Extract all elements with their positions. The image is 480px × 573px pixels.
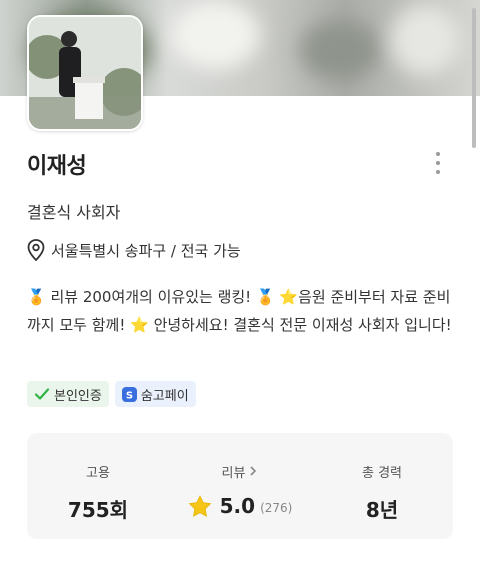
review-count: (276) [260, 500, 293, 515]
svg-text:S: S [126, 390, 133, 401]
location-text: 서울특별시 송파구 / 전국 가능 [51, 241, 241, 260]
location-row: 서울특별시 송파구 / 전국 가능 [27, 238, 241, 262]
pay-badge: S 숨고페이 [114, 381, 196, 407]
career-value: 8년 [365, 498, 399, 522]
profile-name: 이재성 [27, 154, 87, 179]
stat-career: 총 경력 8년 [311, 433, 453, 539]
profile-job: 결혼식 사회자 [27, 203, 121, 222]
reviews-link[interactable]: 리뷰 [221, 462, 259, 481]
more-options-icon[interactable] [432, 152, 444, 180]
stat-hires: 고용 755회 [27, 433, 169, 539]
career-label: 총 경력 [361, 465, 402, 481]
location-pin-icon [27, 239, 45, 261]
verified-badge: 본인인증 [27, 381, 109, 407]
hires-label: 고용 [86, 465, 110, 481]
star-icon [188, 494, 212, 517]
stat-reviews[interactable]: 리뷰 5.0 (276) [169, 433, 311, 539]
stats-card: 고용 755회 리뷰 5.0 (276) 총 경력 8년 [27, 433, 453, 539]
verified-label: 본인인증 [54, 388, 102, 404]
pay-icon: S [121, 386, 137, 402]
avatar[interactable] [27, 15, 143, 131]
badges: 본인인증 S 숨고페이 [27, 381, 202, 407]
scrollbar[interactable] [472, 8, 476, 148]
hires-value: 755회 [67, 498, 129, 522]
pay-label: 숨고페이 [140, 388, 189, 404]
reviews-label: 리뷰 [221, 465, 246, 481]
review-score: 5.0 [219, 494, 256, 518]
reviews-value-row: 5.0 (276) [188, 494, 293, 518]
check-icon [34, 388, 50, 400]
profile-intro: 🏅 리뷰 200여개의 이유있는 랭킹! 🏅 ⭐음원 준비부터 자료 준비까지 … [27, 288, 452, 334]
chevron-right-icon [250, 466, 257, 476]
